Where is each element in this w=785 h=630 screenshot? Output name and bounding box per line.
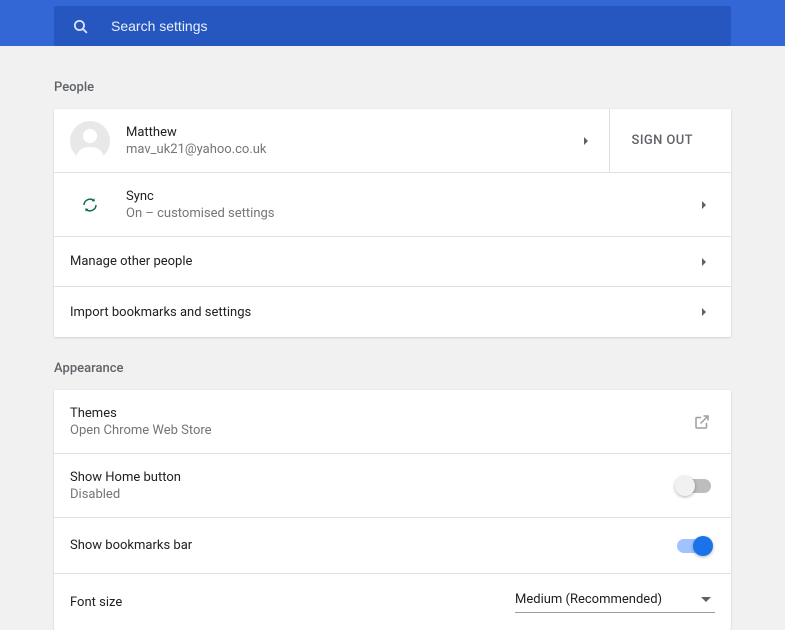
bookmarks-bar-title: Show bookmarks bar [70,538,677,553]
appearance-card: Themes Open Chrome Web Store Show Home b… [54,390,731,630]
manage-other-people-label: Manage other people [70,254,695,269]
people-card: Matthew mav_uk21@yahoo.co.uk SIGN OUT Sy… [54,109,731,337]
bookmarks-bar-toggle[interactable] [677,539,711,553]
external-link-icon [689,413,715,431]
themes-text: Themes Open Chrome Web Store [70,394,689,450]
sync-icon [70,196,110,214]
header-bar [0,0,785,46]
search-icon [72,18,89,35]
sync-text: Sync On – customised settings [126,177,695,233]
sync-status: On – customised settings [126,206,695,221]
home-button-text: Show Home button Disabled [70,458,677,514]
account-email: mav_uk21@yahoo.co.uk [126,142,577,157]
dropdown-arrow-icon [701,597,711,602]
search-input[interactable] [111,18,713,34]
chevron-right-icon [695,257,715,267]
section-title-people: People [54,80,731,95]
chevron-right-icon [695,307,715,317]
home-button-status: Disabled [70,487,677,502]
toggle-knob [675,476,695,496]
font-size-value: Medium (Recommended) [515,592,662,607]
sign-out-button[interactable]: SIGN OUT [610,109,715,172]
toggle-knob [693,536,713,556]
home-button-row: Show Home button Disabled [54,454,731,518]
font-size-text: Font size [70,583,515,622]
section-title-appearance: Appearance [54,361,731,376]
home-button-toggle[interactable] [677,479,711,493]
chevron-right-icon [577,136,597,146]
font-size-select[interactable]: Medium (Recommended) [515,592,715,613]
account-text: Matthew mav_uk21@yahoo.co.uk [126,113,577,169]
settings-content: People Matthew mav_uk21@yahoo.co.uk SIGN… [0,46,785,630]
sync-title: Sync [126,189,695,204]
themes-subtitle: Open Chrome Web Store [70,423,689,438]
import-bookmarks-row[interactable]: Import bookmarks and settings [54,287,731,337]
account-row[interactable]: Matthew mav_uk21@yahoo.co.uk SIGN OUT [54,109,731,173]
avatar [70,121,110,161]
themes-row[interactable]: Themes Open Chrome Web Store [54,390,731,454]
themes-title: Themes [70,406,689,421]
bookmarks-bar-row: Show bookmarks bar [54,518,731,574]
account-name: Matthew [126,125,577,140]
chevron-right-icon [695,200,715,210]
bookmarks-bar-text: Show bookmarks bar [70,526,677,565]
manage-other-people-row[interactable]: Manage other people [54,237,731,287]
font-size-title: Font size [70,595,515,610]
sync-row[interactable]: Sync On – customised settings [54,173,731,237]
home-button-title: Show Home button [70,470,677,485]
import-bookmarks-label: Import bookmarks and settings [70,305,695,320]
search-bar[interactable] [54,6,731,46]
